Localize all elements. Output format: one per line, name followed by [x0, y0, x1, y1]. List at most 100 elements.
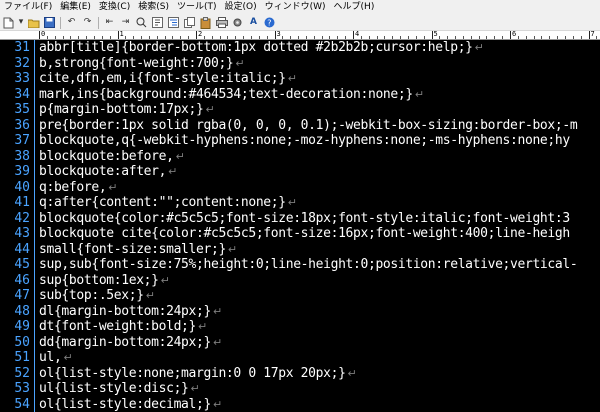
grep-icon[interactable] — [135, 17, 148, 29]
code-text[interactable]: sup{bottom:1ex;} — [39, 273, 159, 288]
chevron-down-icon[interactable]: ▾ — [18, 17, 24, 29]
code-line[interactable]: 53 ul{list-style:disc;} ↵ — [0, 381, 600, 397]
code-text[interactable]: dl{margin-bottom:24px;} — [39, 304, 211, 319]
code-text[interactable]: blockquote:before, — [39, 149, 174, 164]
help-icon[interactable]: ? — [263, 17, 276, 29]
code-text[interactable]: b,strong{font-weight:700;} — [39, 56, 234, 71]
eol-mark: ↵ — [414, 87, 425, 101]
ruler-tick — [557, 36, 559, 39]
menu-settings[interactable]: 設定(O) — [221, 0, 261, 15]
code-line[interactable]: 47 sub{top:.5ex;} ↵ — [0, 288, 600, 304]
line-number: 45 — [14, 257, 30, 273]
gutter-separator — [34, 40, 35, 56]
menu-help[interactable]: ヘルプ(H) — [330, 0, 379, 15]
menu-search[interactable]: 検索(S) — [134, 0, 173, 15]
search-back-icon[interactable]: ⇤ — [103, 17, 116, 29]
eol-mark: ↵ — [175, 149, 185, 163]
line-number: 41 — [14, 195, 30, 211]
code-text[interactable]: ul{list-style:disc;} — [39, 381, 189, 396]
save-icon[interactable] — [43, 17, 56, 29]
undo-icon[interactable]: ↶ — [65, 17, 78, 29]
code-line[interactable]: 38 blockquote:before, ↵ — [0, 148, 600, 164]
code-line[interactable]: 36 pre{border:1px solid rgba(0, 0, 0, 0.1… — [0, 117, 600, 133]
code-line[interactable]: 45 sup,sub{font-size:75%;height:0;line-he… — [0, 257, 600, 273]
code-text[interactable]: q:after{content:"";content:none;} — [39, 195, 286, 210]
outline-icon[interactable] — [167, 17, 180, 29]
code-line[interactable]: 51 ul, ↵ — [0, 350, 600, 366]
copy-icon[interactable] — [183, 17, 196, 29]
code-text[interactable]: ul, — [39, 350, 62, 365]
code-text[interactable]: sub{top:.5ex;} — [39, 288, 144, 303]
jump-icon[interactable] — [151, 17, 164, 29]
ruler-tick — [109, 36, 111, 39]
code-line[interactable]: 54 ol{list-style:decimal;} ↵ — [0, 396, 600, 412]
code-text[interactable]: ol{list-style:decimal;} — [39, 397, 211, 412]
eol-mark: ↵ — [287, 196, 297, 210]
print-icon[interactable] — [215, 17, 228, 29]
search-forward-icon[interactable]: ⇥ — [119, 17, 132, 29]
code-line[interactable]: 33 cite,dfn,em,i{font-style:italic;} ↵ — [0, 71, 600, 87]
code-text[interactable]: p{margin-bottom:17px;} — [39, 102, 204, 117]
code-text[interactable]: cite,dfn,em,i{font-style:italic;} — [39, 71, 286, 86]
ruler-label: 2 — [198, 31, 203, 38]
eol-mark: ↵ — [145, 289, 155, 303]
code-line[interactable]: 35 p{margin-bottom:17px;} ↵ — [0, 102, 600, 118]
code-line[interactable]: 31 abbr[title]{border-bottom:1px dotted #… — [0, 40, 600, 56]
ruler-tick — [588, 31, 590, 39]
code-text[interactable]: dt{font-weight:bold;} — [39, 319, 196, 334]
code-line[interactable]: 32 b,strong{font-weight:700;} ↵ — [0, 55, 600, 71]
code-line[interactable]: 46 sup{bottom:1ex;} ↵ — [0, 272, 600, 288]
code-line[interactable]: 42 blockquote{color:#c5c5c5;font-size:18p… — [0, 210, 600, 226]
ruler-tick — [148, 36, 150, 39]
code-text[interactable]: blockquote,q{-webkit-hyphens:none;-moz-h… — [39, 133, 570, 148]
open-folder-icon[interactable] — [27, 17, 40, 29]
font-icon[interactable]: A — [247, 17, 260, 29]
code-text[interactable]: small{font-size:smaller;} — [39, 242, 226, 257]
ruler-tick — [211, 36, 213, 39]
gutter-separator — [34, 319, 35, 335]
line-number: 53 — [14, 381, 30, 397]
ruler-tick — [462, 36, 464, 39]
ruler-tick — [196, 31, 197, 39]
paste-icon[interactable] — [199, 16, 212, 29]
code-line[interactable]: 50 dd{margin-bottom:24px;} ↵ — [0, 334, 600, 350]
code-text[interactable]: pre{border:1px solid rgba(0, 0, 0, 0.1);… — [39, 118, 578, 133]
code-text[interactable]: q:before, — [39, 180, 107, 195]
ruler-tick — [219, 36, 221, 39]
code-text[interactable]: abbr[title]{border-bottom:1px dotted #2b… — [39, 40, 473, 55]
ruler-tick — [250, 36, 252, 39]
ruler-tick — [125, 36, 127, 39]
code-line[interactable]: 52 ol{list-style:none;margin:0 0 17px 20p… — [0, 365, 600, 381]
code-line[interactable]: 44 small{font-size:smaller;} ↵ — [0, 241, 600, 257]
settings-icon[interactable] — [231, 17, 244, 29]
code-text[interactable]: ol{list-style:none;margin:0 0 17px 20px;… — [39, 366, 346, 381]
code-line[interactable]: 43 blockquote cite{color:#c5c5c5;font-siz… — [0, 226, 600, 242]
new-file-icon[interactable] — [2, 17, 15, 29]
ruler-tick — [517, 36, 519, 39]
ruler-label: 6 — [512, 31, 517, 38]
ruler-tick — [156, 36, 158, 39]
ruler-tick — [172, 36, 174, 39]
code-line[interactable]: 49 dt{font-weight:bold;} ↵ — [0, 319, 600, 335]
code-line[interactable]: 40 q:before, ↵ — [0, 179, 600, 195]
menu-edit[interactable]: 編集(E) — [56, 0, 95, 15]
menu-convert[interactable]: 変換(C) — [95, 0, 134, 15]
line-number: 35 — [14, 102, 30, 118]
code-line[interactable]: 34 mark,ins{background:#464534;text-decor… — [0, 86, 600, 102]
ruler-tick — [46, 36, 48, 39]
code-text[interactable]: blockquote cite{color:#c5c5c5;font-size:… — [39, 226, 570, 241]
text-editor[interactable]: 31 abbr[title]{border-bottom:1px dotted #… — [0, 40, 600, 412]
code-line[interactable]: 48 dl{margin-bottom:24px;} ↵ — [0, 303, 600, 319]
code-text[interactable]: blockquote:after, — [39, 164, 166, 179]
redo-icon[interactable]: ↷ — [81, 17, 94, 29]
code-line[interactable]: 37 blockquote,q{-webkit-hyphens:none;-moz… — [0, 133, 600, 149]
code-text[interactable]: mark,ins{background:#464534;text-decorat… — [39, 87, 413, 102]
menu-file[interactable]: ファイル(F) — [0, 0, 56, 15]
code-line[interactable]: 39 blockquote:after, ↵ — [0, 164, 600, 180]
code-text[interactable]: blockquote{color:#c5c5c5;font-size:18px;… — [39, 211, 570, 226]
menu-window[interactable]: ウィンドウ(W) — [261, 0, 330, 15]
menu-tools[interactable]: ツール(T) — [173, 0, 221, 15]
code-text[interactable]: sup,sub{font-size:75%;height:0;line-heig… — [39, 257, 578, 272]
code-text[interactable]: dd{margin-bottom:24px;} — [39, 335, 211, 350]
code-line[interactable]: 41 q:after{content:"";content:none;} ↵ — [0, 195, 600, 211]
